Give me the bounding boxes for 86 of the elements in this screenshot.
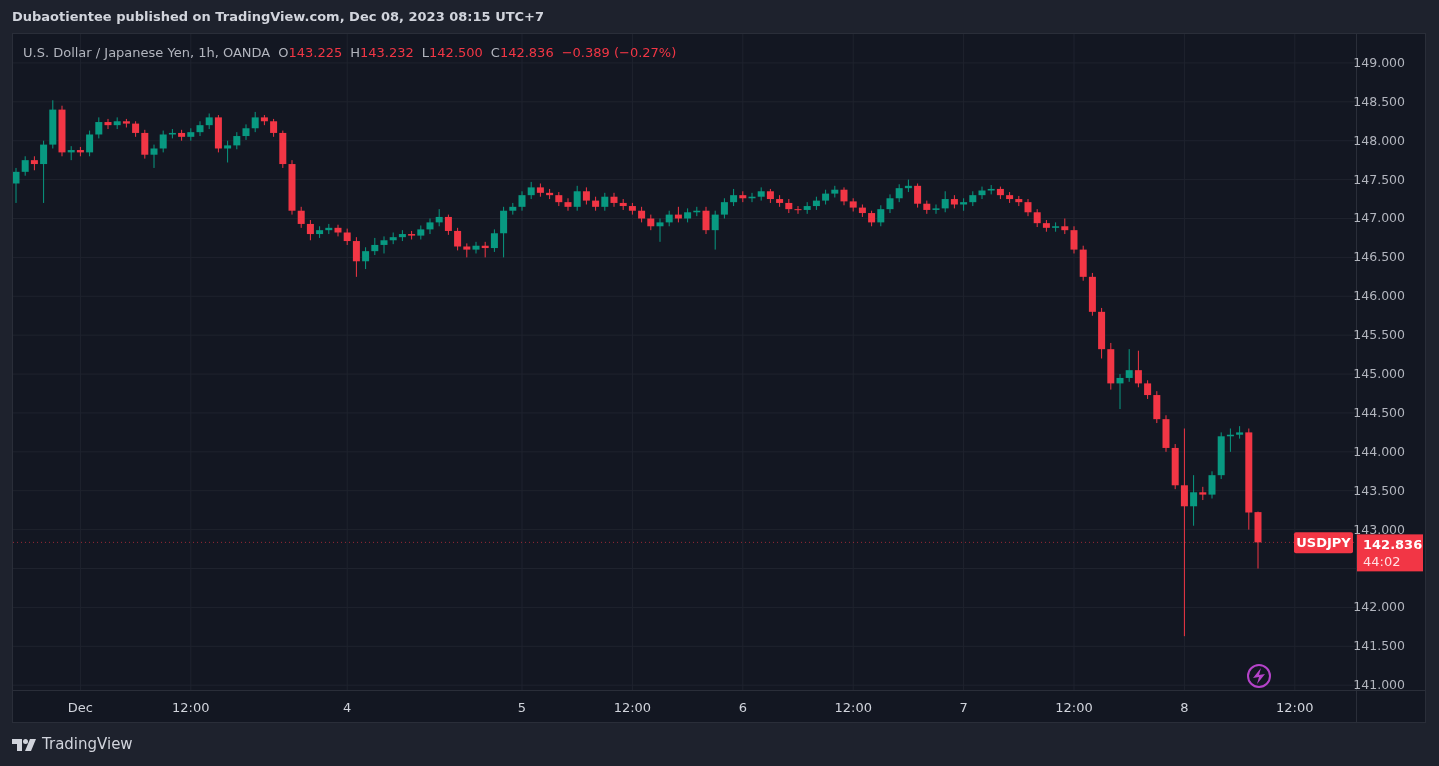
time-axis-label: 12:00	[172, 700, 210, 715]
candlestick	[104, 118, 112, 130]
price-change: −0.389 (−0.27%)	[561, 44, 677, 62]
candlestick	[518, 190, 526, 212]
price-axis-label: 146.000	[1353, 288, 1405, 304]
time-axis-label: 12:00	[1055, 700, 1093, 715]
ohlc-value: H143.232	[350, 44, 414, 62]
candlestick	[490, 228, 498, 253]
candlestick	[702, 206, 710, 235]
candlestick	[914, 182, 922, 209]
price-axis-label: 144.000	[1353, 443, 1405, 459]
symbol-title: U.S. Dollar / Japanese Yen, 1h, OANDA	[23, 44, 271, 62]
candlestick	[610, 192, 618, 208]
price-axis-label: 146.500	[1353, 249, 1405, 265]
candlestick	[297, 206, 305, 229]
time-axis-label: Dec	[67, 700, 93, 715]
candlestick	[1144, 379, 1152, 400]
candlestick	[941, 190, 949, 213]
time-axis-label: 7	[959, 700, 968, 715]
time-axis-label: 12:00	[834, 700, 872, 715]
price-axis-label: 143.000	[1353, 521, 1405, 537]
time-axis-label: 6	[738, 700, 747, 715]
candlestick	[932, 203, 940, 215]
candlestick	[86, 130, 94, 157]
candlestick	[794, 205, 802, 215]
candlestick	[352, 236, 360, 278]
candlestick	[886, 193, 894, 214]
candlestick	[656, 218, 664, 243]
candlestick	[95, 116, 103, 139]
candlestick	[1134, 350, 1142, 388]
lightning-icon[interactable]	[1247, 664, 1271, 688]
candlestick	[306, 219, 314, 241]
ohlc-value: O143.225	[278, 44, 343, 62]
candlestick	[426, 218, 434, 235]
candlestick	[711, 210, 719, 251]
symbol-tag: USDJPY	[1294, 532, 1353, 554]
candlestick	[159, 130, 167, 153]
ohlc-value: L142.500	[421, 44, 483, 62]
time-axis-label: 5	[517, 700, 527, 715]
candlestick	[21, 155, 29, 177]
candlestick	[573, 185, 581, 212]
publish-info: Dubaotientee published on TradingView.com, Dec 08, 2023 08:15 UTC+7	[12, 7, 545, 26]
candlestick	[1116, 373, 1124, 410]
price-axis-label: 141.000	[1353, 677, 1405, 693]
price-axis-label: 148.000	[1353, 132, 1405, 148]
candlestick	[500, 206, 508, 258]
candlestick	[362, 246, 370, 270]
price-axis-label: 147.500	[1353, 171, 1405, 187]
candlestick	[564, 197, 572, 212]
time-axis-label: 12:00	[613, 700, 652, 715]
price-axis-label: 149.000	[1353, 54, 1405, 70]
candlestick	[1070, 225, 1078, 254]
time-axis-label: 12:00	[1276, 700, 1314, 715]
candlestick	[454, 227, 462, 251]
candlestick	[141, 129, 149, 160]
price-axis-label: 144.500	[1353, 404, 1405, 420]
price-axis-label: 141.500	[1353, 638, 1405, 654]
candlestick	[380, 235, 388, 254]
price-axis-label: 147.000	[1353, 210, 1405, 226]
candlestick	[978, 186, 986, 200]
candlestick	[13, 167, 20, 204]
price-axis-label: 145.000	[1353, 366, 1405, 382]
candlestick	[1180, 428, 1188, 637]
candlestick	[251, 111, 259, 133]
price-axis-label: 148.500	[1353, 93, 1405, 109]
brand-name: TradingView	[42, 734, 133, 756]
candlestick	[1208, 470, 1216, 499]
ohlc-value: C142.836	[490, 44, 554, 62]
price-axis-label: 143.500	[1353, 482, 1405, 498]
candlestick	[877, 204, 885, 227]
candlestick	[472, 241, 480, 254]
price-axis-label: 142.000	[1353, 599, 1405, 615]
candlestick	[444, 214, 452, 236]
candlestick	[196, 120, 204, 137]
candlestick	[224, 140, 232, 163]
time-axis-label: 8	[1180, 700, 1189, 715]
last-price-tag: 142.836 44:02	[1357, 534, 1423, 572]
candlestick	[720, 197, 728, 219]
candlestick	[150, 144, 158, 169]
time-axis-label: 4	[343, 700, 352, 715]
candlestick	[1190, 474, 1198, 527]
candlestick	[242, 123, 250, 141]
brand-logo-icon	[12, 738, 36, 751]
price-axis-label: 145.500	[1353, 327, 1405, 343]
candlestick	[40, 140, 48, 204]
candlestick	[1125, 348, 1133, 383]
